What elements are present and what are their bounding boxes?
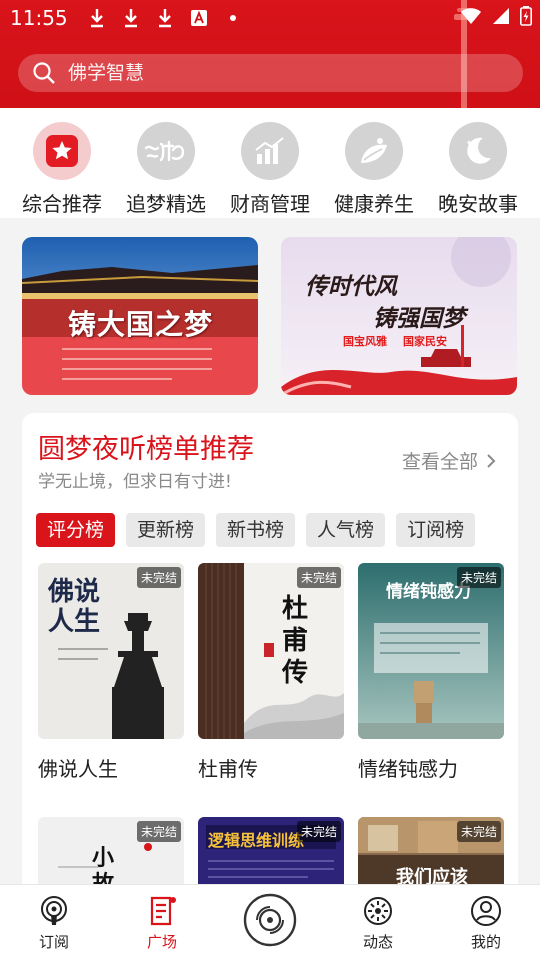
book-cover-title: 杜甫传 — [282, 594, 309, 688]
search-input[interactable] — [68, 62, 488, 84]
tab-updated[interactable]: 更新榜 — [126, 513, 206, 547]
font-app-icon — [182, 10, 216, 26]
category-health[interactable]: 健康养生 — [326, 108, 422, 218]
nav-player[interactable] — [230, 893, 310, 947]
profile-icon — [471, 896, 501, 926]
nav-square[interactable]: 广场 — [122, 895, 202, 952]
banner-title: 铸大国之梦 — [68, 308, 214, 341]
nav-label: 我的 — [470, 933, 501, 951]
bottom-navigation: 订阅 广场 动态 我的 — [0, 884, 540, 960]
tab-subscribed[interactable]: 订阅榜 — [396, 513, 476, 547]
ranking-card: 圆梦夜听榜单推荐 学无止境，但求日有寸进! 查看全部 评分榜 更新榜 新书榜 人气榜订… — [22, 413, 518, 960]
book-item[interactable]: 情绪钝感力 未完结 情绪钝感力 — [358, 563, 504, 782]
status-time: 11:55 — [10, 6, 68, 30]
download-icon — [80, 8, 114, 28]
wifi-icon — [460, 7, 482, 29]
tab-new-books[interactable]: 新书榜 — [216, 513, 296, 547]
status-badge: 未完结 — [296, 567, 341, 588]
book-cover-title: 逻辑思维训练 — [208, 831, 305, 850]
ranking-subtitle: 学无止境，但求日有寸进! — [38, 472, 232, 492]
category-label: 财商管理 — [230, 192, 310, 216]
banner-great-nation-dream[interactable]: 铸大国之梦 — [22, 237, 258, 395]
battery-charging-icon — [520, 6, 532, 30]
square-list-icon — [150, 896, 176, 926]
chevron-right-icon — [487, 453, 496, 468]
category-recommended[interactable]: 综合推荐 — [14, 108, 110, 218]
book-title: 佛说人生 — [38, 757, 118, 781]
leaf-icon — [345, 122, 403, 180]
nav-profile[interactable]: 我的 — [446, 895, 526, 952]
bar-chart-icon — [241, 122, 299, 180]
tab-rating[interactable]: 评分榜 — [36, 513, 116, 547]
podcast-icon — [41, 896, 67, 925]
book-cover: 情绪钝感力 未完结 — [358, 563, 504, 739]
signal-icon — [492, 7, 510, 29]
book-title: 情绪钝感力 — [358, 757, 458, 781]
status-badge: 未完结 — [136, 821, 181, 842]
search-icon — [33, 62, 55, 84]
ranking-tabs: 评分榜 更新榜 新书榜 人气榜 订阅榜 — [36, 513, 506, 549]
nav-subscribe[interactable]: 订阅 — [14, 895, 94, 952]
category-label: 综合推荐 — [22, 192, 102, 216]
category-dream-picks[interactable]: 追梦精选 — [118, 108, 214, 218]
status-badge: 未完结 — [296, 821, 341, 842]
dream-logo-icon — [137, 122, 195, 180]
book-title: 杜甫传 — [198, 757, 258, 781]
nav-label: 动态 — [362, 933, 393, 951]
category-bedtime-stories[interactable]: 晚安故事 — [430, 108, 526, 218]
book-cover: 佛说人生 未完结 — [38, 563, 184, 739]
download-icon — [114, 8, 148, 28]
tab-popular[interactable]: 人气榜 — [306, 513, 386, 547]
view-all-label: 查看全部 — [401, 451, 478, 473]
download-icon — [148, 8, 182, 28]
star-icon — [33, 122, 91, 180]
category-label: 健康养生 — [334, 192, 414, 216]
banner-tag: 国宝风雅 — [343, 335, 387, 348]
banner-era-spirit[interactable]: 传时代风 铸强国梦 国宝风雅 国家民安 — [281, 237, 517, 395]
category-label: 晚安故事 — [438, 192, 518, 216]
status-badge: 未完结 — [456, 567, 501, 588]
view-all-link[interactable]: 查看全部 — [402, 447, 496, 474]
book-cover-title: 佛说人生 — [48, 577, 101, 637]
disc-icon — [243, 893, 297, 947]
banner-tag: 国家民安 — [403, 335, 447, 348]
book-item[interactable]: 佛说人生 未完结 佛说人生 — [38, 563, 184, 782]
category-label: 追梦精选 — [126, 192, 206, 216]
search-bar[interactable] — [18, 54, 523, 92]
status-badge: 未完结 — [136, 567, 181, 588]
notification-dot-icon — [216, 14, 250, 22]
activity-icon — [364, 897, 392, 925]
book-cover: 杜甫传 未完结 — [198, 563, 344, 739]
app-header: 11:55 — [0, 0, 540, 108]
moon-icon — [449, 122, 507, 180]
category-row: 综合推荐 追梦精选 财商管理 健康养生 晚安故事 — [0, 108, 540, 218]
banner-title-line1: 传时代风 — [305, 273, 397, 300]
nav-label: 广场 — [146, 933, 177, 951]
banner-title-line2: 铸强国梦 — [373, 305, 465, 332]
nav-activity[interactable]: 动态 — [338, 895, 418, 952]
book-item[interactable]: 杜甫传 未完结 杜甫传 — [198, 563, 344, 782]
status-badge: 未完结 — [456, 821, 501, 842]
nav-label: 订阅 — [38, 933, 69, 951]
status-bar: 11:55 — [0, 0, 540, 36]
ranking-title: 圆梦夜听榜单推荐 — [38, 434, 254, 465]
category-finance[interactable]: 财商管理 — [222, 108, 318, 218]
